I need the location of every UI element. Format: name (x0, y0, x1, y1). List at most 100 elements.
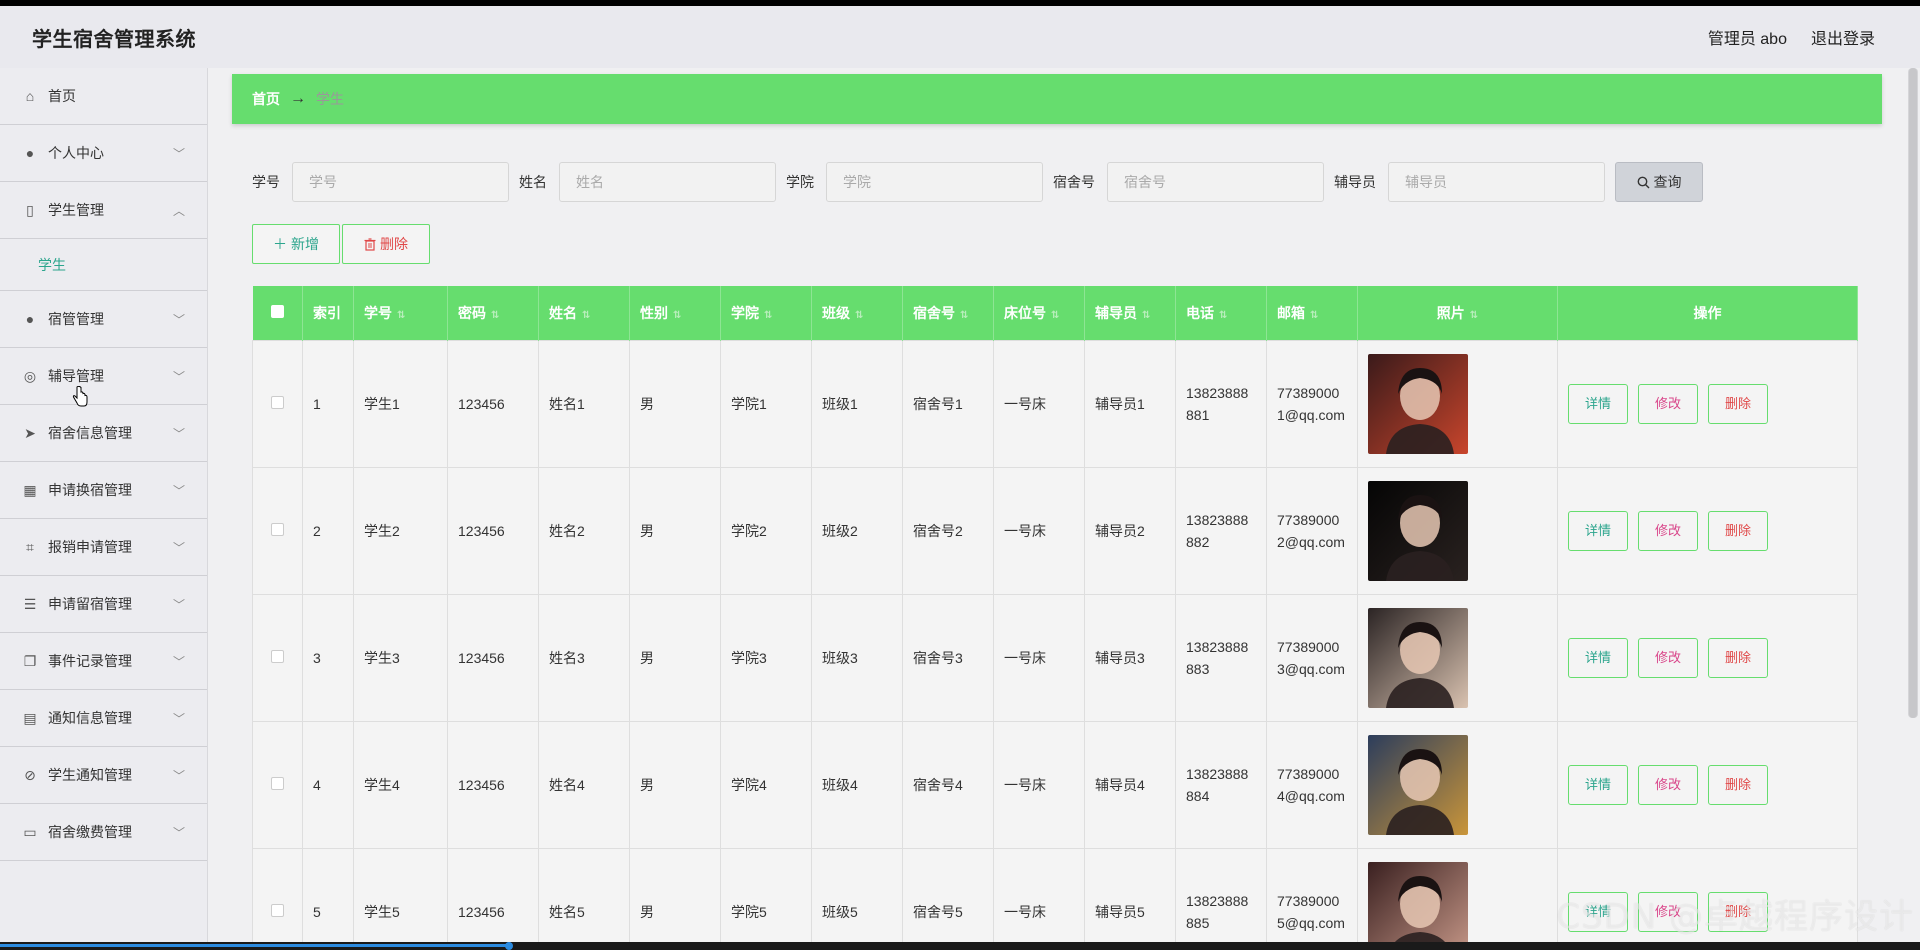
row-checkbox[interactable] (252, 720, 303, 849)
copy-icon: ❐ (23, 652, 37, 669)
sidebar-item[interactable]: ◎ 辅导管理 ﹀ (0, 348, 207, 405)
col-photo[interactable]: 照片 ⇅ (1357, 286, 1558, 340)
row-checkbox[interactable] (252, 466, 303, 595)
row-checkbox[interactable] (252, 339, 303, 468)
student-photo[interactable] (1368, 861, 1468, 943)
edit-button[interactable]: 修改 (1638, 637, 1698, 678)
search-label-dorm: 宿舍号 (1053, 174, 1095, 190)
sidebar-item-label: 通知信息管理 (48, 710, 132, 726)
video-progress-fill (0, 944, 509, 947)
query-button[interactable]: 查询 (1615, 162, 1703, 202)
cell-class: 班级4 (811, 720, 903, 849)
detail-button[interactable]: 详情 (1568, 637, 1628, 678)
delete-button[interactable]: 删除 (1708, 764, 1768, 805)
cell-bed-no: 一号床 (993, 339, 1085, 468)
sort-icon: ⇅ (582, 309, 591, 321)
counselor-input[interactable] (1388, 162, 1605, 202)
compass-icon: ⊘ (24, 766, 36, 783)
sidebar-item[interactable]: ▭ 宿舍缴费管理 ﹀ (0, 804, 207, 861)
cell-dorm-no: 宿舍号2 (902, 466, 994, 595)
col-student-no[interactable]: 学号 ⇅ (353, 286, 448, 340)
sort-icon: ⇅ (491, 309, 500, 321)
sidebar-subitem-student[interactable]: 学生 (0, 239, 207, 291)
col-name[interactable]: 姓名 ⇅ (538, 286, 630, 340)
col-password[interactable]: 密码 ⇅ (447, 286, 539, 340)
cell-student-no: 学生3 (353, 593, 448, 722)
col-phone[interactable]: 电话 ⇅ (1175, 286, 1267, 340)
sidebar-item-label: 首页 (48, 88, 76, 104)
dorm-no-input[interactable] (1107, 162, 1324, 202)
cell-bed-no: 一号床 (993, 593, 1085, 722)
sidebar-item[interactable]: ☰ 申请留宿管理 ﹀ (0, 576, 207, 633)
cell-college: 学院5 (720, 847, 812, 942)
mouse-pointer-icon (72, 386, 88, 407)
row-checkbox[interactable] (252, 593, 303, 722)
col-email[interactable]: 邮箱 ⇅ (1266, 286, 1358, 340)
cell-student-no: 学生4 (353, 720, 448, 849)
sort-icon: ⇅ (673, 309, 682, 321)
cell-password: 123456 (447, 847, 539, 942)
delete-button[interactable]: 删除 (1708, 383, 1768, 424)
edit-button[interactable]: 修改 (1638, 510, 1698, 551)
sidebar-item[interactable]: ⊘ 学生通知管理 ﹀ (0, 747, 207, 804)
col-dorm-no[interactable]: 宿舍号 ⇅ (902, 286, 994, 340)
sort-icon: ⇅ (1051, 309, 1060, 321)
video-progress-knob[interactable] (504, 942, 513, 950)
sidebar-item-label: 事件记录管理 (48, 653, 132, 669)
cell-password: 123456 (447, 593, 539, 722)
search-label-college: 学院 (786, 174, 814, 190)
sidebar-item[interactable]: ❐ 事件记录管理 ﹀ (0, 633, 207, 690)
sidebar-item[interactable]: ⌂ 首页 (0, 68, 207, 125)
detail-button[interactable]: 详情 (1568, 383, 1628, 424)
select-all-checkbox[interactable] (252, 286, 303, 340)
detail-button[interactable]: 详情 (1568, 764, 1628, 805)
sidebar-item[interactable]: ▯ 学生管理 ︿ (0, 182, 207, 239)
col-gender[interactable]: 性别 ⇅ (629, 286, 721, 340)
cell-index: 4 (302, 720, 354, 849)
add-button[interactable]: ＋ 新增 (252, 224, 340, 264)
trash-icon (364, 237, 376, 251)
sidebar-item[interactable]: ➤ 宿舍信息管理 ﹀ (0, 405, 207, 462)
batch-delete-button[interactable]: 删除 (342, 224, 430, 264)
row-checkbox[interactable] (252, 847, 303, 942)
sidebar-item[interactable]: ▤ 通知信息管理 ﹀ (0, 690, 207, 747)
edit-button[interactable]: 修改 (1638, 383, 1698, 424)
table-row: 4 学生4 123456 姓名4 男学院4 班级4 宿舍号4 一号床 辅导员4 138238888… (252, 720, 1858, 849)
logout-link[interactable]: 退出登录 (1811, 25, 1875, 49)
delete-button[interactable]: 删除 (1708, 510, 1768, 551)
breadcrumb-home[interactable]: 首页 (252, 89, 280, 109)
edit-button[interactable]: 修改 (1638, 764, 1698, 805)
student-photo[interactable] (1368, 353, 1468, 454)
detail-button[interactable]: 详情 (1568, 510, 1628, 551)
sidebar-item[interactable]: ▦ 申请换宿管理 ﹀ (0, 462, 207, 519)
col-bed-no[interactable]: 床位号 ⇅ (993, 286, 1085, 340)
col-college[interactable]: 学院 ⇅ (720, 286, 812, 340)
message-icon: ▭ (23, 823, 37, 840)
student-no-input[interactable] (292, 162, 509, 202)
cell-index: 1 (302, 339, 354, 468)
app-window: 学生宿舍管理系统 管理员 abo 退出登录 ⌂ 首页 ● 个人中心 ﹀ ▯ 学生管理 ︿ 学生 ●… (0, 6, 1920, 942)
sidebar-item[interactable]: ● 宿管管理 ﹀ (0, 291, 207, 348)
college-input[interactable] (826, 162, 1043, 202)
cell-name: 姓名1 (538, 339, 630, 468)
name-input[interactable] (559, 162, 776, 202)
cell-gender: 男 (629, 847, 721, 942)
vertical-scrollbar[interactable] (1908, 68, 1918, 718)
student-photo[interactable] (1368, 480, 1468, 581)
col-class[interactable]: 班级 ⇅ (811, 286, 903, 340)
scrollbar-thumb[interactable] (1909, 68, 1917, 718)
crop-icon: ⌗ (26, 538, 34, 555)
col-counselor[interactable]: 辅导员 ⇅ (1084, 286, 1176, 340)
table-row: 1 学生1 123456 姓名1 男学院1 班级1 宿舍号1 一号床 辅导员1 138238888… (252, 339, 1858, 468)
delete-button[interactable]: 删除 (1708, 637, 1768, 678)
sidebar-item-label: 学生管理 (48, 202, 104, 218)
support-icon: ◎ (23, 367, 37, 384)
video-progress-bar[interactable] (0, 942, 1920, 950)
grid-icon: ▦ (23, 481, 37, 498)
student-photo[interactable] (1368, 734, 1468, 835)
sidebar-item[interactable]: ● 个人中心 ﹀ (0, 125, 207, 182)
list-icon: ☰ (23, 595, 37, 612)
cell-phone: 13823888881 (1175, 339, 1267, 468)
student-photo[interactable] (1368, 607, 1468, 708)
sidebar-item[interactable]: ⌗ 报销申请管理 ﹀ (0, 519, 207, 576)
